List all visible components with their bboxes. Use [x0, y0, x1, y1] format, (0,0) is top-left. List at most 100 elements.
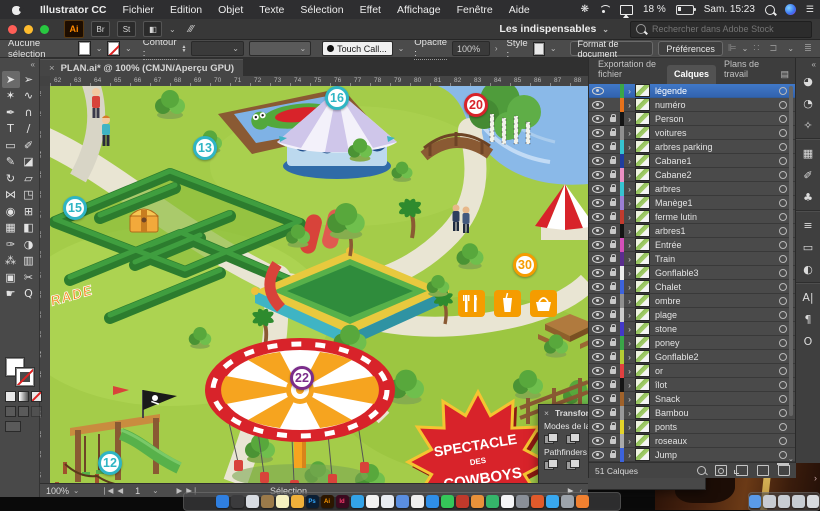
list-options-icon[interactable]: ≣: [804, 43, 812, 54]
layer-thumbnail[interactable]: [635, 140, 650, 153]
expand-icon[interactable]: ›: [624, 170, 635, 180]
scale-tool[interactable]: ▱: [20, 170, 38, 187]
lock-toggle[interactable]: [606, 353, 620, 360]
menu-objet[interactable]: Objet: [210, 4, 251, 16]
layer-name[interactable]: Gonflable3: [650, 268, 779, 278]
expand-icon[interactable]: ›: [624, 310, 635, 320]
expand-icon[interactable]: ›: [624, 338, 635, 348]
layer-row-or[interactable]: ›or: [589, 364, 796, 378]
layer-row-cabane1[interactable]: ›Cabane1: [589, 154, 796, 168]
expand-icon[interactable]: ›: [624, 226, 635, 236]
lock-toggle[interactable]: [606, 437, 620, 444]
layer-row-jump[interactable]: ›Jump: [589, 448, 796, 462]
document-tab-close-icon[interactable]: ×: [49, 63, 55, 74]
dock-app-photoshop[interactable]: Ps: [306, 495, 319, 508]
dock-app-numbers[interactable]: [486, 495, 499, 508]
menu-fen-tre[interactable]: Fenêtre: [449, 4, 501, 16]
expand-icon[interactable]: ›: [624, 128, 635, 138]
first-artboard-icon[interactable]: ❘◀: [101, 486, 113, 495]
layer-row-person[interactable]: ›Person: [589, 112, 796, 126]
lock-toggle[interactable]: [606, 409, 620, 416]
dock-app-textedit[interactable]: [381, 495, 394, 508]
lock-toggle[interactable]: [606, 115, 620, 122]
expand-icon[interactable]: ›: [624, 352, 635, 362]
dock-downloads-folder[interactable]: [749, 495, 761, 508]
layer-name[interactable]: roseaux: [650, 436, 779, 446]
visibility-toggle[interactable]: [589, 423, 606, 431]
stroke-weight-dropdown[interactable]: ⌄: [191, 41, 243, 56]
style-chevron-icon[interactable]: ⌄: [550, 44, 557, 53]
character-panel-icon[interactable]: A|: [796, 286, 820, 308]
color-button[interactable]: [5, 391, 16, 402]
new-sublayer-icon[interactable]: [736, 465, 748, 476]
rectangle-tool[interactable]: ▭: [2, 137, 20, 154]
visibility-toggle[interactable]: [589, 283, 606, 291]
trim-icon[interactable]: [566, 459, 579, 470]
fill-chevron-icon[interactable]: ⌄: [96, 44, 103, 53]
creative-cloud-icon[interactable]: ❋: [581, 4, 589, 15]
visibility-toggle[interactable]: [589, 255, 606, 263]
layer-row-gonflable3[interactable]: ›Gonflable3: [589, 266, 796, 280]
panel-dock-icon[interactable]: ⊐: [769, 43, 777, 54]
lock-toggle[interactable]: [606, 241, 620, 248]
layer-thumbnail[interactable]: [635, 294, 650, 307]
brush-chevron-icon[interactable]: ⌄: [398, 44, 405, 53]
visibility-toggle[interactable]: [589, 381, 606, 389]
layer-name[interactable]: numéro: [650, 100, 779, 110]
layer-row-snack[interactable]: ›Snack: [589, 392, 796, 406]
curvature-tool[interactable]: ∩: [20, 104, 38, 121]
gradient-button[interactable]: [18, 391, 29, 402]
lock-toggle[interactable]: [606, 325, 620, 332]
lock-toggle[interactable]: [606, 143, 620, 150]
lock-toggle[interactable]: [606, 269, 620, 276]
target-icon[interactable]: [779, 129, 787, 137]
window-close-button[interactable]: [8, 25, 17, 34]
expand-icon[interactable]: ›: [624, 394, 635, 404]
arrange-documents-button[interactable]: ▮▯: [143, 21, 162, 37]
expand-icon[interactable]: ›: [624, 282, 635, 292]
zoom-tool[interactable]: Q: [20, 286, 38, 303]
toolbar-collapse-icon[interactable]: «: [0, 58, 39, 69]
layer-row-num-ro[interactable]: ›numéro: [589, 98, 796, 112]
layer-thumbnail[interactable]: [635, 154, 650, 167]
selection-tool[interactable]: ➤: [2, 71, 20, 88]
magic-wand-tool[interactable]: ✶: [2, 88, 20, 105]
target-icon[interactable]: [779, 213, 787, 221]
target-icon[interactable]: [779, 199, 787, 207]
stroke-color-swatch[interactable]: [16, 368, 34, 386]
artboard-number[interactable]: 1: [127, 486, 148, 496]
visibility-toggle[interactable]: [589, 367, 606, 375]
stroke-stepper[interactable]: ▲▼: [182, 45, 187, 53]
expand-icon[interactable]: ›: [624, 212, 635, 222]
hand-tool[interactable]: ☛: [2, 286, 20, 303]
stroke-chevron-icon[interactable]: ⌄: [125, 44, 132, 53]
layer-thumbnail[interactable]: [635, 266, 650, 279]
layer-thumbnail[interactable]: [635, 364, 650, 377]
visibility-toggle[interactable]: [589, 409, 606, 417]
symbols-panel-icon[interactable]: ♣: [796, 186, 820, 208]
dock-right-section[interactable]: [748, 492, 820, 511]
expand-icon[interactable]: ›: [624, 380, 635, 390]
layer-name[interactable]: plage: [650, 310, 779, 320]
color-guide-panel-icon[interactable]: ◔: [796, 92, 820, 114]
target-icon[interactable]: [779, 157, 787, 165]
layer-name[interactable]: Entrée: [650, 240, 779, 250]
stock-button[interactable]: St: [117, 21, 136, 37]
lock-toggle[interactable]: [606, 339, 620, 346]
layer-row-ferme-lutin[interactable]: ›ferme lutin: [589, 210, 796, 224]
lock-toggle[interactable]: [606, 129, 620, 136]
layer-thumbnail[interactable]: [635, 252, 650, 265]
expand-icon[interactable]: ›: [624, 142, 635, 152]
visibility-toggle[interactable]: [589, 101, 606, 109]
document-setup-button[interactable]: Format de document: [570, 41, 654, 56]
expand-icon[interactable]: ›: [624, 450, 635, 460]
width-tool[interactable]: ⋈: [2, 187, 20, 204]
swatches-panel-icon[interactable]: ▦: [796, 142, 820, 164]
layer-name[interactable]: Gonflable2: [650, 352, 779, 362]
mesh-tool[interactable]: ▦: [2, 220, 20, 237]
layer-name[interactable]: Cabane1: [650, 156, 779, 166]
dock[interactable]: PsAiId: [183, 492, 621, 511]
layer-name[interactable]: ponts: [650, 422, 779, 432]
preferences-button[interactable]: Préférences: [658, 41, 723, 56]
lock-toggle[interactable]: [606, 367, 620, 374]
